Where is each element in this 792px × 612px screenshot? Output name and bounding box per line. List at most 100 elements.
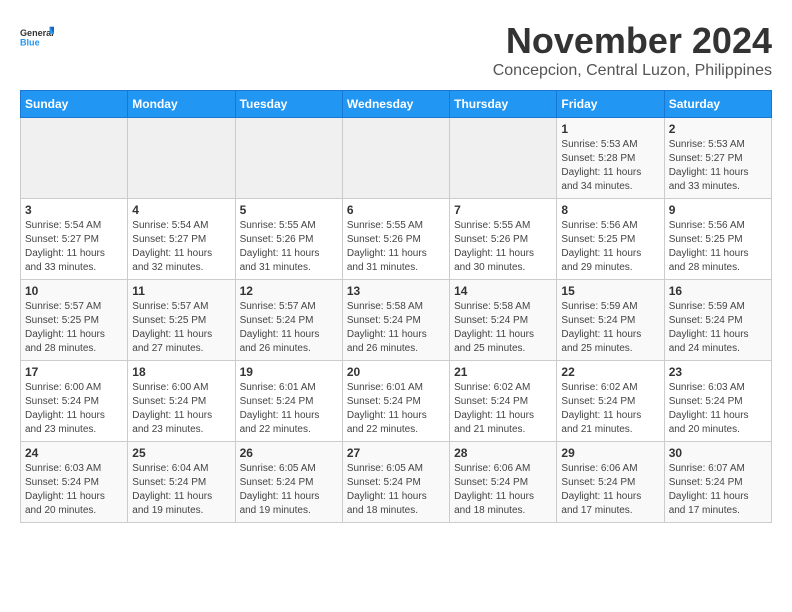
day-number: 21 xyxy=(454,365,552,379)
day-number: 26 xyxy=(240,446,338,460)
day-info: Sunrise: 5:59 AM Sunset: 5:24 PM Dayligh… xyxy=(669,300,767,356)
day-info: Sunrise: 5:57 AM Sunset: 5:24 PM Dayligh… xyxy=(240,300,338,356)
day-number: 27 xyxy=(347,446,445,460)
calendar-cell: 17Sunrise: 6:00 AM Sunset: 5:24 PM Dayli… xyxy=(21,361,128,442)
day-info: Sunrise: 6:00 AM Sunset: 5:24 PM Dayligh… xyxy=(25,381,123,437)
day-info: Sunrise: 6:07 AM Sunset: 5:24 PM Dayligh… xyxy=(669,462,767,518)
day-info: Sunrise: 5:58 AM Sunset: 5:24 PM Dayligh… xyxy=(454,300,552,356)
day-number: 8 xyxy=(561,203,659,217)
day-info: Sunrise: 6:04 AM Sunset: 5:24 PM Dayligh… xyxy=(132,462,230,518)
day-number: 19 xyxy=(240,365,338,379)
calendar-cell: 5Sunrise: 5:55 AM Sunset: 5:26 PM Daylig… xyxy=(235,199,342,280)
calendar-cell: 25 Sunrise: 6:04 AM Sunset: 5:24 PM Dayli… xyxy=(128,442,235,523)
calendar-cell: 11 Sunrise: 5:57 AM Sunset: 5:25 PM Dayli… xyxy=(128,280,235,361)
day-info: Sunrise: 5:57 AM Sunset: 5:25 PM Dayligh… xyxy=(132,300,230,356)
day-info: Sunrise: 5:54 AM Sunset: 5:27 PM Dayligh… xyxy=(25,219,123,275)
calendar-cell: 12 Sunrise: 5:57 AM Sunset: 5:24 PM Dayli… xyxy=(235,280,342,361)
calendar-cell: 14 Sunrise: 5:58 AM Sunset: 5:24 PM Dayli… xyxy=(450,280,557,361)
weekday-header-friday: Friday xyxy=(557,91,664,118)
calendar-cell: 10 Sunrise: 5:57 AM Sunset: 5:25 PM Dayli… xyxy=(21,280,128,361)
day-number: 2 xyxy=(669,122,767,136)
calendar-cell: 3 Sunrise: 5:54 AM Sunset: 5:27 PM Daylig… xyxy=(21,199,128,280)
page-header: General Blue November 2024 Concepcion, C… xyxy=(20,20,772,80)
day-number: 15 xyxy=(561,284,659,298)
svg-text:Blue: Blue xyxy=(20,38,40,48)
calendar-cell xyxy=(342,118,449,199)
calendar-cell: 28 Sunrise: 6:06 AM Sunset: 5:24 PM Dayli… xyxy=(450,442,557,523)
calendar-cell: 8Sunrise: 5:56 AM Sunset: 5:25 PM Daylig… xyxy=(557,199,664,280)
day-number: 16 xyxy=(669,284,767,298)
calendar-cell: 13Sunrise: 5:58 AM Sunset: 5:24 PM Dayli… xyxy=(342,280,449,361)
day-info: Sunrise: 5:54 AM Sunset: 5:27 PM Dayligh… xyxy=(132,219,230,275)
day-info: Sunrise: 6:02 AM Sunset: 5:24 PM Dayligh… xyxy=(561,381,659,437)
month-title: November 2024 xyxy=(493,20,772,62)
week-row-4: 17Sunrise: 6:00 AM Sunset: 5:24 PM Dayli… xyxy=(21,361,772,442)
calendar-cell: 22 Sunrise: 6:02 AM Sunset: 5:24 PM Dayli… xyxy=(557,361,664,442)
day-info: Sunrise: 5:58 AM Sunset: 5:24 PM Dayligh… xyxy=(347,300,445,356)
day-number: 3 xyxy=(25,203,123,217)
weekday-header-monday: Monday xyxy=(128,91,235,118)
calendar-cell xyxy=(21,118,128,199)
calendar-cell: 18Sunrise: 6:00 AM Sunset: 5:24 PM Dayli… xyxy=(128,361,235,442)
calendar-cell: 2Sunrise: 5:53 AM Sunset: 5:27 PM Daylig… xyxy=(664,118,771,199)
calendar-cell: 6 Sunrise: 5:55 AM Sunset: 5:26 PM Daylig… xyxy=(342,199,449,280)
day-info: Sunrise: 6:02 AM Sunset: 5:24 PM Dayligh… xyxy=(454,381,552,437)
calendar-cell: 15Sunrise: 5:59 AM Sunset: 5:24 PM Dayli… xyxy=(557,280,664,361)
day-number: 30 xyxy=(669,446,767,460)
day-number: 1 xyxy=(561,122,659,136)
calendar-cell: 30 Sunrise: 6:07 AM Sunset: 5:24 PM Dayli… xyxy=(664,442,771,523)
day-number: 22 xyxy=(561,365,659,379)
day-info: Sunrise: 6:01 AM Sunset: 5:24 PM Dayligh… xyxy=(347,381,445,437)
day-number: 25 xyxy=(132,446,230,460)
day-info: Sunrise: 5:55 AM Sunset: 5:26 PM Dayligh… xyxy=(454,219,552,275)
day-number: 9 xyxy=(669,203,767,217)
day-number: 10 xyxy=(25,284,123,298)
day-number: 20 xyxy=(347,365,445,379)
day-number: 4 xyxy=(132,203,230,217)
day-info: Sunrise: 5:53 AM Sunset: 5:28 PM Dayligh… xyxy=(561,138,659,194)
calendar-cell: 19 Sunrise: 6:01 AM Sunset: 5:24 PM Dayli… xyxy=(235,361,342,442)
location: Concepcion, Central Luzon, Philippines xyxy=(493,62,772,80)
week-row-5: 24Sunrise: 6:03 AM Sunset: 5:24 PM Dayli… xyxy=(21,442,772,523)
logo: General Blue xyxy=(20,20,54,54)
day-number: 18 xyxy=(132,365,230,379)
calendar-cell xyxy=(450,118,557,199)
day-number: 5 xyxy=(240,203,338,217)
day-info: Sunrise: 6:06 AM Sunset: 5:24 PM Dayligh… xyxy=(454,462,552,518)
week-row-3: 10 Sunrise: 5:57 AM Sunset: 5:25 PM Dayli… xyxy=(21,280,772,361)
day-number: 24 xyxy=(25,446,123,460)
day-info: Sunrise: 6:06 AM Sunset: 5:24 PM Dayligh… xyxy=(561,462,659,518)
week-row-2: 3 Sunrise: 5:54 AM Sunset: 5:27 PM Daylig… xyxy=(21,199,772,280)
calendar-cell xyxy=(235,118,342,199)
calendar-cell: 4 Sunrise: 5:54 AM Sunset: 5:27 PM Daylig… xyxy=(128,199,235,280)
calendar-cell: 20 Sunrise: 6:01 AM Sunset: 5:24 PM Dayli… xyxy=(342,361,449,442)
calendar-cell: 21 Sunrise: 6:02 AM Sunset: 5:24 PM Dayli… xyxy=(450,361,557,442)
day-info: Sunrise: 6:01 AM Sunset: 5:24 PM Dayligh… xyxy=(240,381,338,437)
day-info: Sunrise: 5:57 AM Sunset: 5:25 PM Dayligh… xyxy=(25,300,123,356)
calendar-cell: 27Sunrise: 6:05 AM Sunset: 5:24 PM Dayli… xyxy=(342,442,449,523)
calendar-cell: 7 Sunrise: 5:55 AM Sunset: 5:26 PM Daylig… xyxy=(450,199,557,280)
day-number: 6 xyxy=(347,203,445,217)
day-number: 29 xyxy=(561,446,659,460)
weekday-header-tuesday: Tuesday xyxy=(235,91,342,118)
day-number: 12 xyxy=(240,284,338,298)
title-section: November 2024 Concepcion, Central Luzon,… xyxy=(493,20,772,80)
calendar-cell: 23 Sunrise: 6:03 AM Sunset: 5:24 PM Dayli… xyxy=(664,361,771,442)
calendar-cell: 26 Sunrise: 6:05 AM Sunset: 5:24 PM Dayli… xyxy=(235,442,342,523)
day-info: Sunrise: 5:55 AM Sunset: 5:26 PM Dayligh… xyxy=(347,219,445,275)
day-info: Sunrise: 6:03 AM Sunset: 5:24 PM Dayligh… xyxy=(669,381,767,437)
calendar-cell: 1 Sunrise: 5:53 AM Sunset: 5:28 PM Daylig… xyxy=(557,118,664,199)
week-row-1: 1 Sunrise: 5:53 AM Sunset: 5:28 PM Daylig… xyxy=(21,118,772,199)
day-number: 23 xyxy=(669,365,767,379)
weekday-header-wednesday: Wednesday xyxy=(342,91,449,118)
day-number: 14 xyxy=(454,284,552,298)
calendar-cell: 9Sunrise: 5:56 AM Sunset: 5:25 PM Daylig… xyxy=(664,199,771,280)
calendar-cell xyxy=(128,118,235,199)
day-info: Sunrise: 6:05 AM Sunset: 5:24 PM Dayligh… xyxy=(240,462,338,518)
day-number: 7 xyxy=(454,203,552,217)
calendar-cell: 24Sunrise: 6:03 AM Sunset: 5:24 PM Dayli… xyxy=(21,442,128,523)
day-number: 28 xyxy=(454,446,552,460)
calendar-table: SundayMondayTuesdayWednesdayThursdayFrid… xyxy=(20,90,772,523)
day-number: 11 xyxy=(132,284,230,298)
weekday-header-saturday: Saturday xyxy=(664,91,771,118)
